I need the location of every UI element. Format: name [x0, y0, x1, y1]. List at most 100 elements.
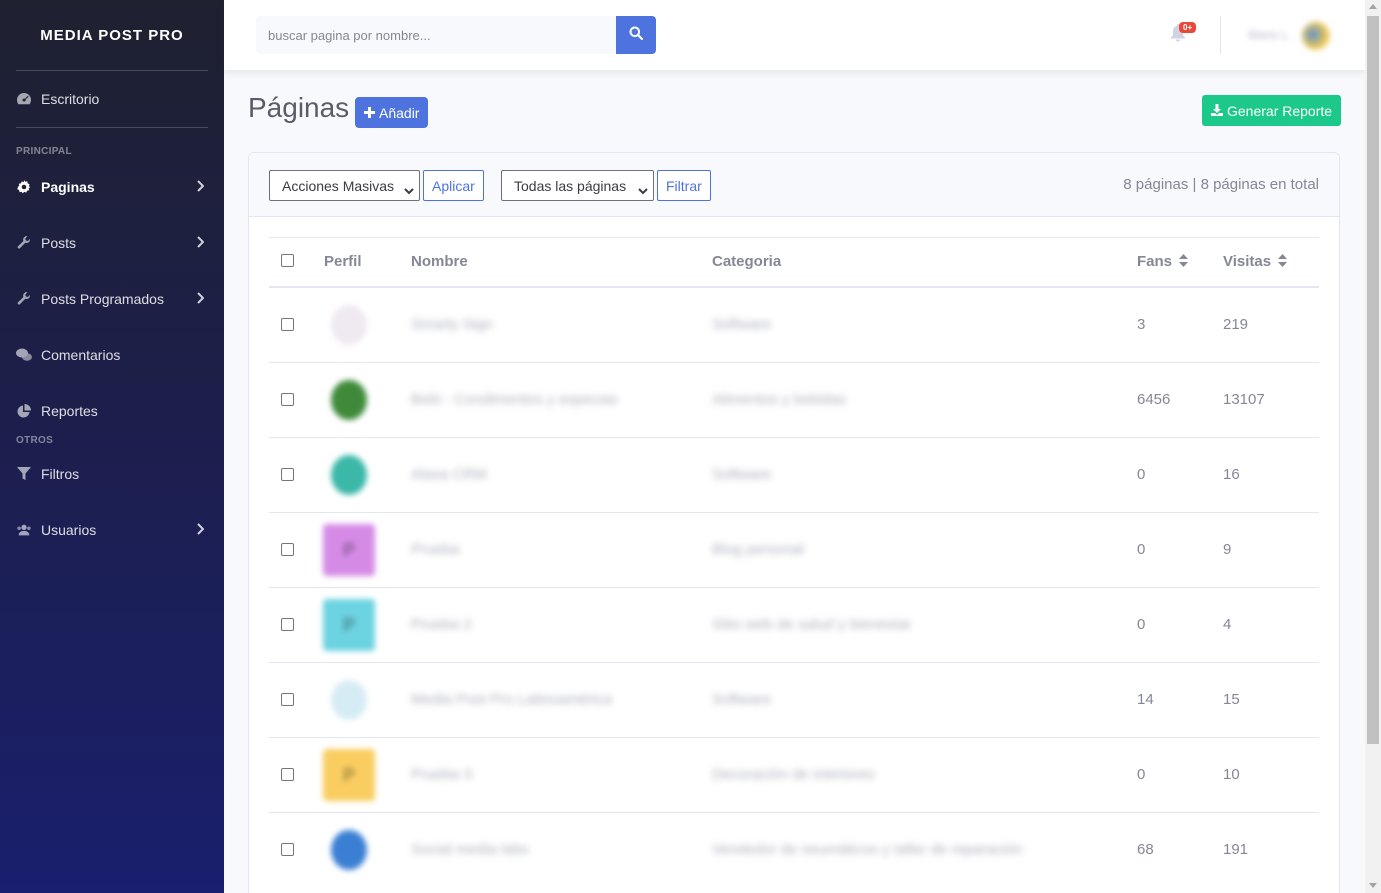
search-icon [629, 26, 644, 45]
wrench-icon [16, 291, 32, 307]
scrollbar-thumb[interactable] [1367, 16, 1379, 744]
page-avatar [331, 680, 367, 720]
tachometer-icon [16, 91, 32, 107]
sidebar-item-label: Comentarios [41, 347, 121, 363]
page-fans: 68 [1137, 841, 1154, 858]
row-checkbox[interactable] [281, 693, 294, 706]
chevron-right-icon [196, 291, 205, 307]
page-category: Alimentos y bebidas [712, 391, 847, 408]
search-bar [256, 16, 656, 54]
plus-icon [364, 105, 375, 121]
page-category: Software [712, 691, 772, 708]
page-visits: 16 [1223, 466, 1240, 483]
page-name: Bebi - Condimentos y especias [411, 391, 618, 408]
wrench-icon [16, 235, 32, 251]
page-avatar: P [323, 749, 375, 801]
notification-badge: 0+ [1179, 22, 1197, 33]
page-category: Blog personal [712, 541, 804, 558]
row-checkbox[interactable] [281, 468, 294, 481]
chevron-down-icon [638, 182, 648, 198]
table-header-border [269, 286, 1319, 288]
sidebar-item-comentarios[interactable]: Comentarios [0, 327, 224, 383]
row-divider [269, 587, 1319, 588]
row-checkbox[interactable] [281, 393, 294, 406]
row-checkbox[interactable] [281, 768, 294, 781]
topbar-divider [1220, 16, 1221, 54]
card-toolbar: Acciones Masivas Aplicar Todas las págin… [249, 153, 1339, 217]
row-checkbox[interactable] [281, 543, 294, 556]
page-avatar: P [323, 524, 375, 576]
row-divider [269, 512, 1319, 513]
sidebar-item-filtros[interactable]: Filtros [0, 446, 224, 502]
sidebar-heading-principal: PRINCIPAL [16, 146, 72, 157]
page-category: Vendedor de neumáticos y taller de repar… [712, 841, 1023, 858]
page-avatar: P [323, 599, 375, 651]
page-name: Smarty Sign [411, 316, 493, 333]
page-fans: 0 [1137, 766, 1146, 783]
page-fans: 14 [1137, 691, 1154, 708]
sidebar-item-label: Usuarios [41, 522, 97, 538]
users-icon [16, 522, 32, 538]
add-page-button[interactable]: Añadir [355, 97, 429, 128]
apply-button[interactable]: Aplicar [423, 170, 484, 201]
column-header-visitas-label: Visitas [1223, 253, 1272, 270]
page-name: Prueba 2 [411, 616, 472, 633]
filter-button[interactable]: Filtrar [657, 170, 711, 201]
column-header-fans[interactable]: Fans [1137, 253, 1189, 271]
user-name[interactable]: Mario L. [1248, 28, 1291, 42]
topbar: 0+ Mario L. [224, 0, 1365, 70]
gear-icon [16, 179, 32, 195]
page-name: Media Post Pro Latinoamérica [411, 691, 612, 708]
pages-count: 8 páginas | 8 páginas en total [1123, 176, 1319, 193]
chevron-right-icon [196, 235, 205, 251]
page-category: Sitio web de salud y bienestar [712, 616, 912, 633]
row-checkbox[interactable] [281, 843, 294, 856]
bulk-actions-select[interactable]: Acciones Masivas [269, 170, 420, 201]
page-visits: 191 [1223, 841, 1249, 858]
row-divider [269, 362, 1319, 363]
column-header-visitas[interactable]: Visitas [1223, 253, 1288, 271]
chevron-down-icon [404, 182, 414, 198]
generate-report-button[interactable]: Generar Reporte [1202, 95, 1342, 126]
column-header-nombre: Nombre [411, 253, 468, 270]
pages-filter-select[interactable]: Todas las páginas [501, 170, 654, 201]
sort-icon [1179, 253, 1189, 271]
page-visits: 4 [1223, 616, 1232, 633]
brand-logo[interactable]: MEDIA POST PRO [0, 0, 224, 70]
scroll-down-arrow-icon[interactable] [1369, 883, 1377, 888]
page-visits: 15 [1223, 691, 1240, 708]
page-fans: 3 [1137, 316, 1146, 333]
page-avatar [331, 830, 367, 870]
scroll-up-arrow-icon[interactable] [1369, 4, 1377, 9]
column-header-categoria: Categoria [712, 253, 782, 270]
sidebar-item-label: Filtros [41, 466, 80, 482]
sidebar-item-label: Reportes [41, 403, 98, 419]
sort-icon [1278, 253, 1288, 271]
page-name: Social media labs [411, 841, 529, 858]
row-checkbox[interactable] [281, 318, 294, 331]
pie-chart-icon [16, 403, 32, 419]
page-avatar [331, 455, 367, 495]
page-name: Alaxa CRM [411, 466, 487, 483]
sidebar-item-escritorio[interactable]: Escritorio [0, 71, 224, 127]
page-fans: 0 [1137, 466, 1146, 483]
row-divider [269, 812, 1319, 813]
page-fans: 0 [1137, 616, 1146, 633]
select-all-checkbox[interactable] [281, 254, 294, 267]
search-button[interactable] [616, 16, 656, 54]
sidebar-item-posts[interactable]: Posts [0, 215, 224, 271]
pages-filter-value: Todas las páginas [514, 177, 627, 194]
page-name: Prueba 3 [411, 766, 472, 783]
sidebar-item-paginas[interactable]: Paginas [0, 159, 224, 215]
user-avatar[interactable] [1302, 22, 1330, 50]
page-avatar [331, 380, 367, 420]
sidebar-item-posts-programados[interactable]: Posts Programados [0, 271, 224, 327]
search-input[interactable] [256, 16, 616, 54]
chevron-right-icon [196, 179, 205, 195]
apply-label: Aplicar [432, 177, 475, 194]
sidebar-item-usuarios[interactable]: Usuarios [0, 502, 224, 558]
sidebar-item-reportes[interactable]: Reportes [0, 383, 224, 439]
row-checkbox[interactable] [281, 618, 294, 631]
sidebar: MEDIA POST PRO Escritorio PRINCIPAL Pagi… [0, 0, 224, 893]
filter-label: Filtrar [666, 177, 702, 194]
